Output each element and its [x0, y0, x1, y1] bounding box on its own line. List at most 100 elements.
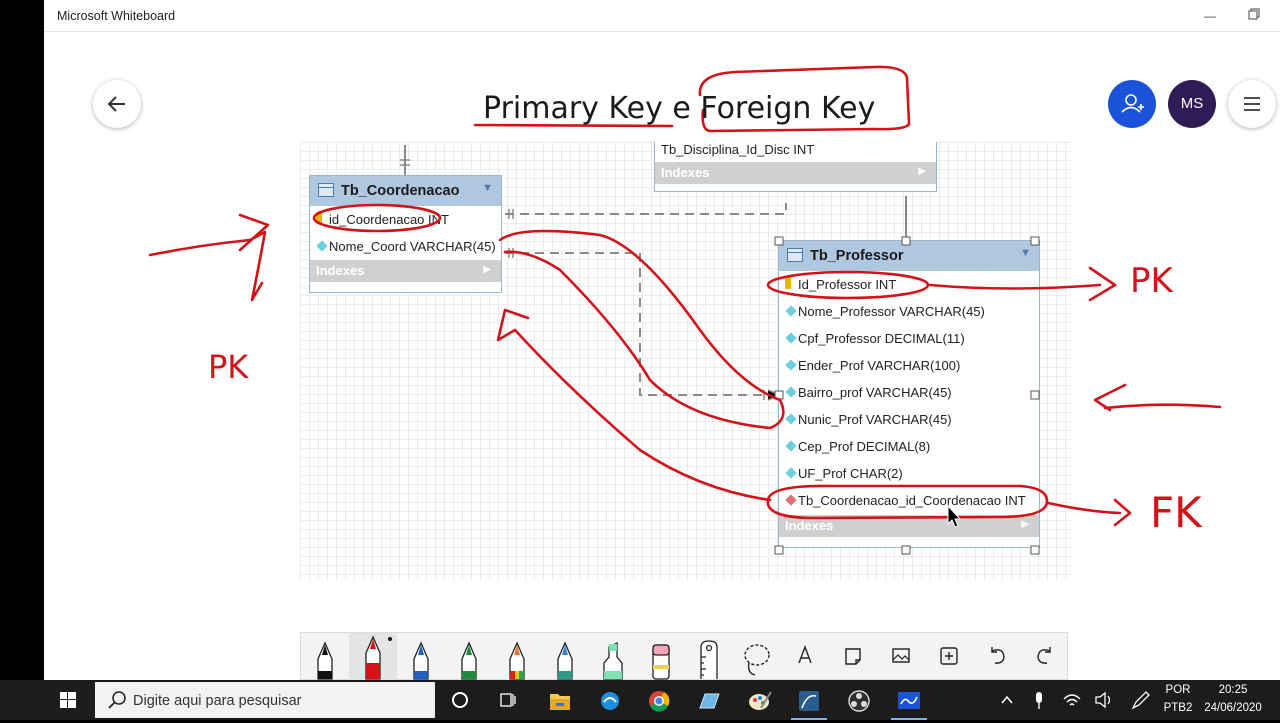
note-tool[interactable] [829, 633, 877, 681]
text-icon [798, 645, 812, 664]
column-diamond-icon [785, 467, 797, 479]
entity-tb-professor[interactable]: Tb_Professor ▼ Id_Professor INT Nome_Pro… [778, 240, 1040, 548]
pen-workspace-icon[interactable] [1124, 682, 1154, 718]
taskbar-app-paint[interactable] [737, 684, 781, 720]
black-pen-icon [317, 641, 333, 680]
wifi-icon[interactable] [1057, 682, 1087, 718]
text-tool[interactable] [781, 633, 829, 681]
redo-button[interactable] [1021, 633, 1069, 681]
highlighter-tool[interactable] [589, 633, 637, 681]
collapse-arrow-icon[interactable]: ▼ [482, 182, 493, 194]
app-title: Microsoft Whiteboard [57, 9, 176, 23]
user-avatar[interactable]: MS [1168, 80, 1216, 128]
column-text: Nunic_Prof VARCHAR(45) [798, 412, 952, 427]
taskbar-app-file-explorer[interactable] [538, 684, 582, 720]
blue-pen-icon [413, 641, 429, 680]
table-icon [318, 183, 334, 197]
taskbar-app-obs[interactable] [837, 684, 881, 720]
highlighter-icon [603, 641, 623, 680]
column-text: Id_Professor INT [798, 277, 897, 292]
image-icon [892, 648, 910, 663]
lasso-tool[interactable] [733, 633, 781, 681]
mysql-workbench-icon [799, 691, 819, 711]
undo-button[interactable] [973, 633, 1021, 681]
column-row: Cpf_Professor DECIMAL(11) [779, 325, 1039, 352]
column-diamond-icon [785, 332, 797, 344]
minimize-icon[interactable]: — [1200, 6, 1220, 26]
title-bar: Microsoft Whiteboard — [44, 0, 1280, 32]
entity-tb-coordenacao[interactable]: Tb_Coordenacao ▼ id_Coordenacao INT Nome… [309, 175, 502, 293]
invite-button[interactable] [1108, 80, 1156, 128]
column-text: UF_Prof CHAR(2) [798, 466, 903, 481]
column-text: Tb_Disciplina_Id_Disc INT [661, 142, 815, 157]
indexes-bar: Indexes ▶ [310, 260, 501, 282]
add-icon [940, 647, 958, 665]
whiteboard-canvas[interactable]: MS Tb_Disciplina_Id_Disc INT Indexes ▶ Tb… [44, 32, 1280, 680]
cortana-button[interactable] [438, 682, 482, 718]
clock-time[interactable]: 20:25 [1200, 684, 1266, 696]
clock-date[interactable]: 24/06/2020 [1200, 702, 1266, 714]
column-text: id_Coordenacao INT [329, 212, 449, 227]
left-black-strip [0, 0, 44, 680]
indexes-bar: Indexes ▶ [779, 515, 1039, 537]
column-row: Tb_Disciplina_Id_Disc INT [655, 136, 936, 163]
column-row: Nome_Coord VARCHAR(45) [310, 233, 501, 260]
back-button[interactable] [93, 80, 141, 128]
image-tool[interactable] [877, 633, 925, 681]
taskbar-app-chrome[interactable] [637, 684, 681, 720]
whiteboard-window: Microsoft Whiteboard — MS Tb_Disciplina_… [44, 0, 1280, 680]
pen-black-tool[interactable] [301, 633, 349, 681]
column-diamond-icon [785, 359, 797, 371]
search-placeholder: Digite aqui para pesquisar [133, 693, 302, 709]
entity-header: Tb_Coordenacao ▼ [310, 176, 501, 206]
folder-icon [550, 694, 570, 710]
ruler-tool[interactable] [685, 633, 733, 681]
taskbar-app-tablet[interactable] [687, 684, 731, 720]
eraser-tool[interactable] [637, 633, 685, 681]
taskbar-app-whiteboard[interactable] [887, 684, 931, 720]
pen-rainbow-tool[interactable] [493, 633, 541, 681]
column-text: Ender_Prof VARCHAR(100) [798, 358, 961, 373]
taskbar-app-edge[interactable] [588, 684, 632, 720]
column-text: Tb_Coordenacao_id_Coordenacao INT [798, 493, 1026, 508]
arrow-left-icon [107, 96, 125, 112]
pen-green-tool[interactable] [445, 633, 493, 681]
column-text: Cpf_Professor DECIMAL(11) [798, 331, 965, 346]
restore-icon[interactable] [1244, 6, 1264, 26]
eraser-icon [652, 644, 670, 680]
add-tool[interactable] [925, 633, 973, 681]
microphone-icon[interactable] [1024, 682, 1054, 718]
indexes-label: Indexes [785, 518, 834, 533]
tray-chevron-icon[interactable] [992, 682, 1022, 718]
er-diagram-image[interactable]: Tb_Disciplina_Id_Disc INT Indexes ▶ Tb_Co… [300, 142, 1071, 580]
redo-icon [1037, 647, 1051, 664]
volume-icon[interactable] [1088, 682, 1118, 718]
keyboard-layout-indicator[interactable]: PTB2 [1158, 702, 1198, 714]
taskbar-search[interactable]: Digite aqui para pesquisar [95, 682, 435, 718]
column-row: Tb_Coordenacao_id_Coordenacao INT [779, 487, 1039, 514]
column-diamond-icon [785, 413, 797, 425]
column-text: Nome_Professor VARCHAR(45) [798, 304, 985, 319]
settings-menu-button[interactable] [1228, 80, 1276, 128]
start-button[interactable] [46, 682, 90, 718]
pen-galaxy-tool[interactable] [541, 633, 589, 681]
taskbar-app-mysql-workbench[interactable] [787, 684, 831, 720]
pen-red-tool[interactable] [349, 633, 397, 681]
windows-taskbar: Digite aqui para pesquisar POR PTB2 20:2… [0, 680, 1280, 720]
column-text: Bairro_prof VARCHAR(45) [798, 385, 952, 400]
rainbow-pen-icon [509, 641, 525, 680]
collapse-arrow-icon[interactable]: ▼ [1020, 247, 1031, 259]
column-diamond-icon [785, 386, 797, 398]
column-row: Ender_Prof VARCHAR(100) [779, 352, 1039, 379]
pen-blue-tool[interactable] [397, 633, 445, 681]
language-indicator[interactable]: POR [1158, 684, 1198, 696]
entity-header: Tb_Professor ▼ [779, 241, 1039, 271]
task-view-icon [500, 693, 516, 707]
primary-key-icon [316, 211, 322, 224]
task-view-button[interactable] [486, 682, 530, 718]
column-row: UF_Prof CHAR(2) [779, 460, 1039, 487]
column-diamond-icon [785, 305, 797, 317]
indexes-bar: Indexes ▶ [655, 162, 936, 184]
column-row: Cep_Prof DECIMAL(8) [779, 433, 1039, 460]
indexes-label: Indexes [316, 263, 365, 278]
